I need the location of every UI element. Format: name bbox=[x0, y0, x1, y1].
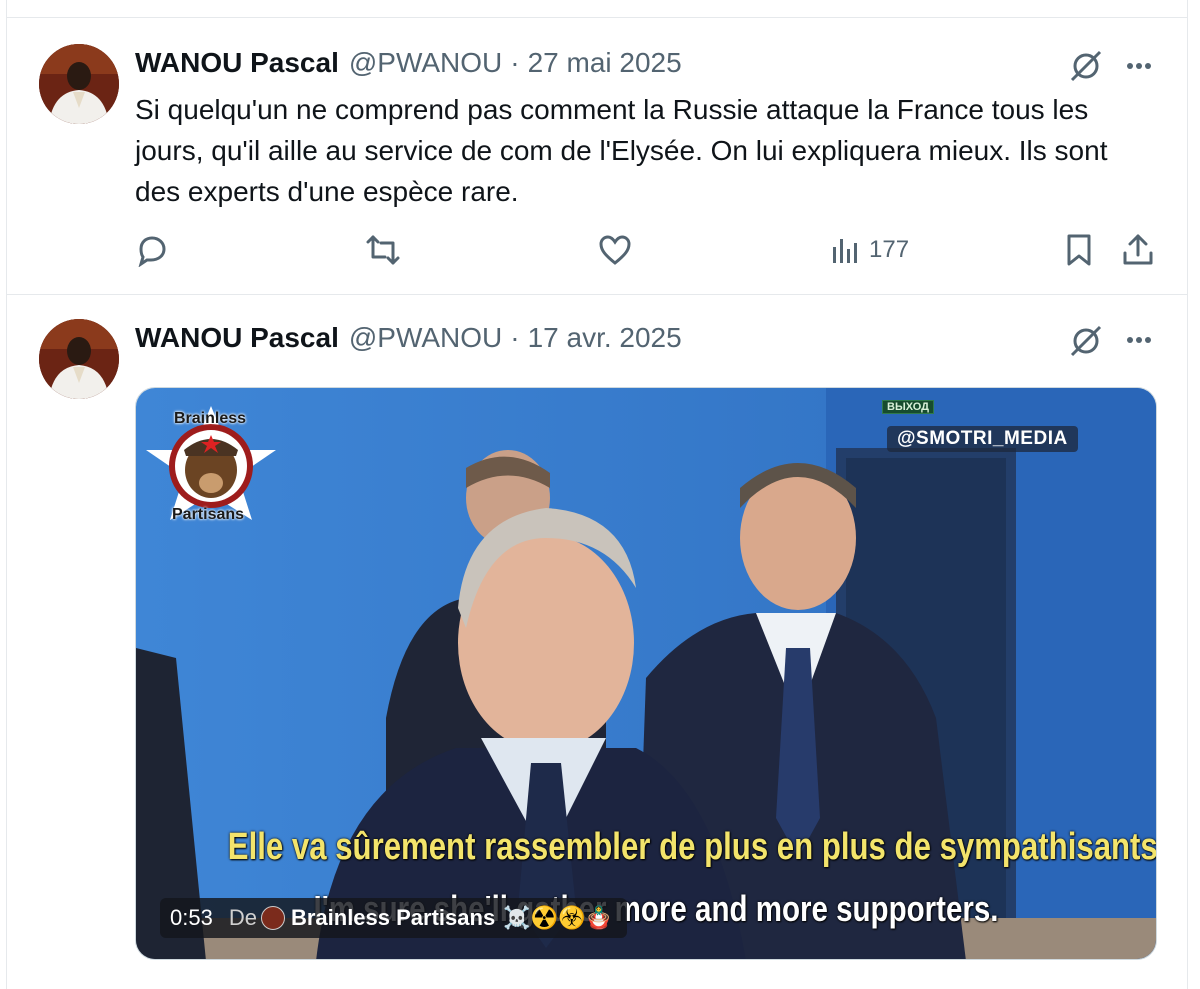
channel-emojis: ☠️☢️☣️🪆 bbox=[503, 905, 613, 930]
channel-name[interactable]: Brainless Partisans bbox=[291, 905, 495, 931]
from-label: De bbox=[228, 905, 257, 930]
tweet-date[interactable]: 17 avr. 2025 bbox=[528, 322, 682, 354]
tweet[interactable]: WANOU Pascal @PWANOU · 17 avr. 2025 ВЫХО… bbox=[7, 295, 1187, 989]
video-player[interactable]: ВЫХОД @SMOTRI_MEDIA Brainless Partisans … bbox=[135, 387, 1157, 960]
share-button[interactable] bbox=[1121, 230, 1155, 270]
separator: · bbox=[510, 322, 520, 353]
separator: · bbox=[510, 47, 520, 78]
channel-avatar-icon bbox=[260, 906, 285, 930]
timeline: WANOU Pascal @PWANOU · 27 mai 2025 Si qu… bbox=[6, 0, 1188, 989]
tweet-text: Si quelqu'un ne comprend pas comment la … bbox=[135, 94, 1108, 207]
retweet-icon bbox=[366, 235, 400, 265]
video-info-bar[interactable]: 0:53 De Brainless Partisans ☠️☢️☣️🪆 bbox=[160, 898, 627, 938]
video-watermark: @SMOTRI_MEDIA bbox=[887, 426, 1078, 452]
reply-button[interactable] bbox=[135, 230, 169, 270]
reply-icon bbox=[138, 236, 166, 267]
tweet[interactable]: WANOU Pascal @PWANOU · 27 mai 2025 Si qu… bbox=[7, 18, 1187, 295]
like-button[interactable] bbox=[597, 230, 633, 270]
tweet-actions: 177 bbox=[7, 230, 1187, 270]
tweet-header: WANOU Pascal @PWANOU · 17 avr. 2025 bbox=[135, 322, 682, 354]
share-icon bbox=[1123, 234, 1153, 265]
tweet-header: WANOU Pascal @PWANOU · 27 mai 2025 bbox=[135, 47, 682, 79]
tweet-date[interactable]: 27 mai 2025 bbox=[528, 47, 682, 79]
avatar[interactable] bbox=[39, 319, 119, 399]
logo-text-bottom: Partisans bbox=[172, 506, 245, 523]
author-name[interactable]: WANOU Pascal bbox=[135, 47, 339, 79]
views-button[interactable]: 177 bbox=[831, 230, 909, 270]
author-name[interactable]: WANOU Pascal bbox=[135, 322, 339, 354]
more-icon[interactable] bbox=[1121, 48, 1157, 84]
author-handle[interactable]: @PWANOU bbox=[349, 322, 502, 354]
exit-sign: ВЫХОД bbox=[882, 400, 935, 414]
bookmark-icon bbox=[1067, 234, 1091, 266]
views-count: 177 bbox=[869, 236, 910, 263]
bookmark-button[interactable] bbox=[1065, 230, 1093, 270]
grok-icon[interactable] bbox=[1067, 322, 1105, 360]
logo-text-top: Brainless bbox=[174, 410, 247, 427]
grok-icon[interactable] bbox=[1067, 47, 1105, 85]
subtitle-french: Elle va sûrement rassembler de plus en p… bbox=[227, 826, 1157, 868]
video-duration: 0:53 bbox=[170, 905, 213, 930]
video-frame bbox=[136, 388, 1156, 959]
author-handle[interactable]: @PWANOU bbox=[349, 47, 502, 79]
more-icon[interactable] bbox=[1121, 322, 1157, 358]
like-icon bbox=[599, 235, 631, 265]
avatar[interactable] bbox=[39, 44, 119, 124]
retweet-button[interactable] bbox=[365, 230, 401, 270]
views-icon bbox=[833, 239, 857, 263]
